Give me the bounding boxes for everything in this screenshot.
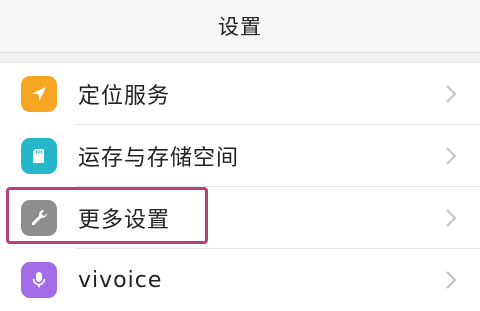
settings-item-label: 定位服务: [78, 84, 171, 109]
settings-item-label: 运存与存储空间: [78, 146, 240, 171]
settings-item-storage[interactable]: 运存与存储空间: [0, 125, 480, 187]
location-arrow-icon: [21, 76, 57, 112]
sd-card-icon: [21, 138, 57, 174]
top-bar: 设置: [0, 0, 480, 53]
settings-item-more[interactable]: 更多设置: [0, 187, 480, 249]
chevron-right-icon: [446, 147, 457, 165]
settings-item-label: 更多设置: [78, 208, 171, 233]
page-title: 设置: [218, 15, 262, 39]
microphone-icon: [21, 262, 57, 298]
settings-item-label: vivoice: [78, 267, 163, 293]
chevron-right-icon: [446, 271, 457, 289]
section-spacer: [0, 53, 480, 63]
chevron-right-icon: [446, 209, 457, 227]
settings-item-vivoice[interactable]: vivoice: [0, 249, 480, 311]
settings-list: 定位服务 运存与存储空间 更多设置 vivoice: [0, 63, 480, 311]
wrench-icon: [21, 200, 57, 236]
settings-item-location[interactable]: 定位服务: [0, 63, 480, 125]
chevron-right-icon: [446, 85, 457, 103]
